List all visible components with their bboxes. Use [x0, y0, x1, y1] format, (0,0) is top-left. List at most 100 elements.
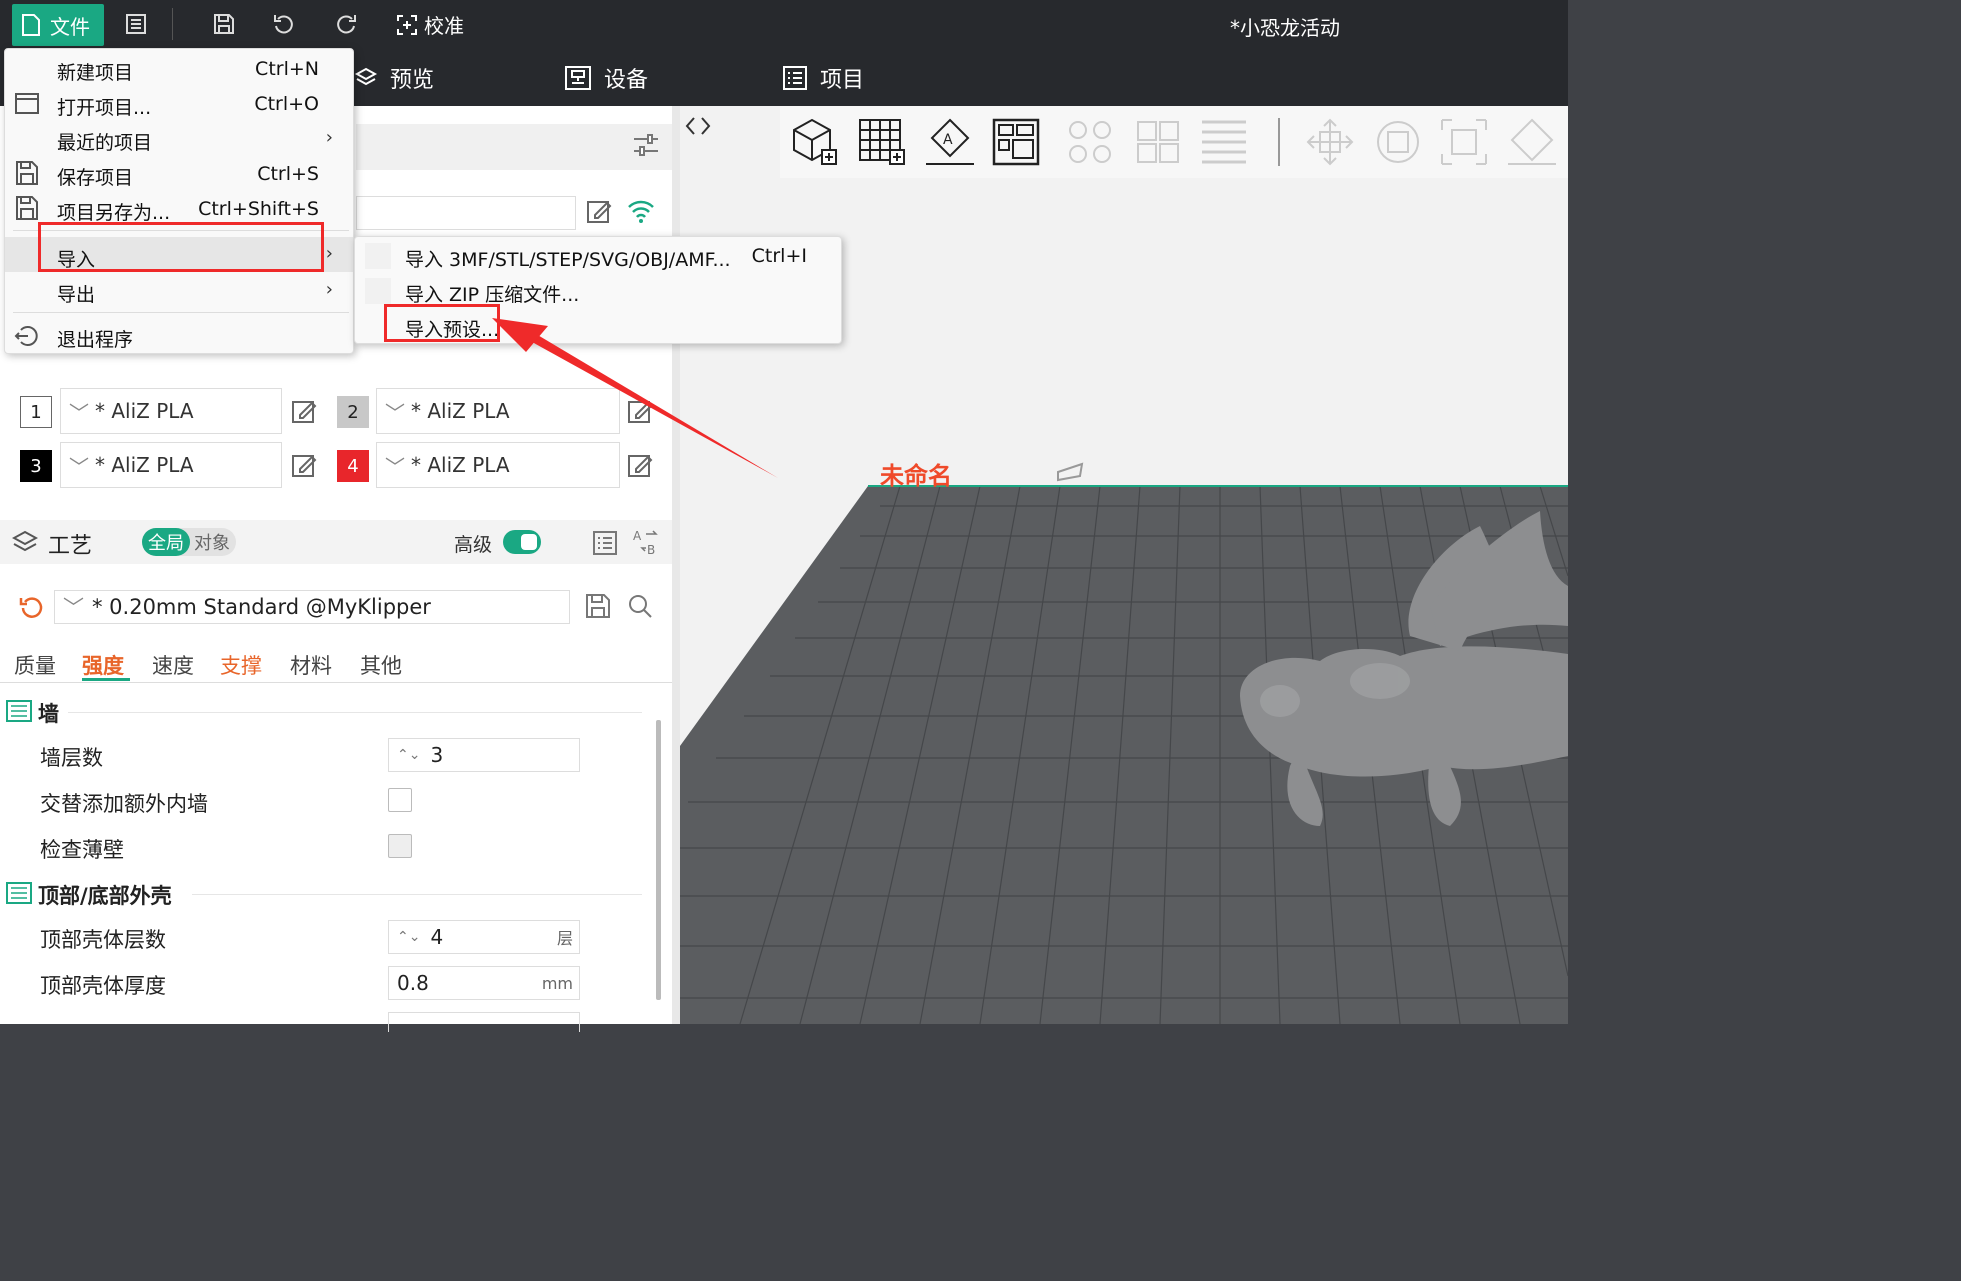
split-objects-icon[interactable] [1064, 116, 1116, 168]
advanced-toggle[interactable] [503, 530, 541, 554]
add-object-icon[interactable] [788, 116, 840, 168]
toolbar-separator [172, 8, 173, 40]
save-icon[interactable] [212, 12, 236, 36]
menu-item-recent-projects[interactable]: 最近的项目 › [5, 121, 353, 156]
menu-item-new-project[interactable]: 新建项目 Ctrl+N [5, 51, 353, 86]
svg-text:B: B [647, 543, 655, 557]
filament-name: * AliZ PLA [411, 399, 510, 423]
tab-material[interactable]: 材料 [290, 650, 332, 680]
detect-thin-wall-checkbox[interactable] [388, 834, 412, 858]
group-divider [68, 712, 642, 713]
tab-project[interactable]: 项目 [782, 62, 864, 94]
tab-device-label: 设备 [604, 68, 649, 93]
menu-item-label: 打开项目... [57, 97, 152, 119]
redo-icon[interactable] [334, 12, 358, 36]
filament-name: * AliZ PLA [95, 399, 194, 423]
top-shell-layers-label: 顶部壳体层数 [40, 928, 166, 952]
filament-edit-icon[interactable] [627, 398, 653, 424]
add-plate-icon[interactable] [856, 116, 908, 168]
undo-icon[interactable] [272, 12, 296, 36]
orient-icon[interactable]: A [924, 116, 976, 168]
menu-item-save-project[interactable]: 保存项目 Ctrl+S [5, 156, 353, 191]
arrange-icon[interactable] [990, 116, 1042, 168]
tab-quality[interactable]: 质量 [14, 650, 56, 680]
top-shell-layers-value: 4 [430, 925, 444, 949]
printer-select[interactable] [356, 196, 576, 230]
menu-item-label: 新建项目 [57, 62, 134, 84]
filament-slot-1[interactable]: 1 [20, 396, 52, 428]
process-title: 工艺 [48, 534, 93, 559]
filament-slot-2[interactable]: 2 [337, 396, 369, 428]
file-icon [22, 14, 40, 36]
tab-device[interactable]: 设备 [564, 62, 648, 94]
project-list-icon [783, 66, 807, 90]
settings-scrollbar[interactable] [656, 720, 661, 1000]
menu-item-label: 保存项目 [57, 167, 134, 189]
filament-edit-icon[interactable] [291, 452, 317, 478]
alt-extra-wall-label: 交替添加额外内墙 [40, 792, 208, 816]
list-view-icon[interactable] [592, 530, 618, 556]
menu-item-open-project[interactable]: 打开项目... Ctrl+O [5, 86, 353, 121]
menu-separator [13, 312, 349, 313]
filament-slot-4[interactable]: 4 [337, 450, 369, 482]
scale-icon[interactable] [1438, 116, 1490, 168]
menu-item-export[interactable]: 导出 › [5, 273, 353, 308]
menu-item-save-as[interactable]: 项目另存为... Ctrl+Shift+S [5, 191, 353, 226]
filament-select-1[interactable]: ﹀ * AliZ PLA [60, 388, 282, 434]
tab-preview[interactable]: 预览 [354, 62, 434, 94]
calibrate-button[interactable]: 校准 [396, 10, 464, 39]
filament-select-4[interactable]: ﹀ * AliZ PLA [376, 442, 620, 488]
menu-icon-placeholder [365, 278, 391, 304]
menu-list-icon[interactable] [124, 12, 148, 36]
process-preset-select[interactable]: ﹀ * 0.20mm Standard @MyKlipper [54, 590, 570, 624]
save-preset-icon[interactable] [584, 592, 612, 620]
lay-on-face-icon[interactable] [1506, 116, 1558, 168]
wall-group-icon [6, 700, 32, 722]
search-icon[interactable] [626, 592, 654, 620]
rotate-icon[interactable] [1372, 116, 1424, 168]
chevron-right-icon: › [325, 127, 333, 148]
title-bar: 文件 校准 *小恐龙活动 [0, 0, 1568, 48]
file-menu-button[interactable]: 文件 [12, 4, 104, 46]
top-shell-layers-input[interactable]: ⌃⌄ 4 层 [388, 920, 580, 954]
layers-list-icon[interactable] [1198, 116, 1250, 168]
top-shell-thickness-input[interactable]: 0.8 mm [388, 966, 580, 1000]
tab-others[interactable]: 其他 [360, 650, 402, 680]
wall-loops-label: 墙层数 [40, 746, 103, 770]
menu-item-label: 项目另存为... [57, 202, 171, 224]
filament-slot-3[interactable]: 3 [20, 450, 52, 482]
plate-name[interactable]: 未命名 [880, 462, 952, 490]
collapse-sidebar-icon[interactable] [684, 112, 712, 140]
svg-text:A: A [943, 132, 953, 148]
scope-toggle[interactable]: 全局 对象 [142, 528, 236, 556]
alt-extra-wall-checkbox[interactable] [388, 788, 412, 812]
layers-icon [12, 530, 38, 552]
svg-text:A: A [633, 529, 642, 543]
scope-object[interactable]: 对象 [190, 529, 230, 555]
menu-icon-placeholder [365, 243, 391, 269]
wifi-icon[interactable] [626, 196, 656, 226]
settings-sliders-icon[interactable] [632, 132, 660, 158]
scope-global[interactable]: 全局 [142, 528, 190, 556]
filament-select-2[interactable]: ﹀ * AliZ PLA [376, 388, 620, 434]
compare-icon[interactable]: AB [632, 528, 660, 558]
filament-select-3[interactable]: ﹀ * AliZ PLA [60, 442, 282, 488]
menu-item-import-models[interactable]: 导入 3MF/STL/STEP/SVG/OBJ/AMF... Ctrl+I [355, 239, 841, 274]
menu-item-shortcut: Ctrl+N [255, 58, 319, 80]
plate-edit-icon[interactable] [1057, 462, 1084, 482]
menu-item-shortcut: Ctrl+Shift+S [198, 198, 319, 220]
menu-item-exit[interactable]: 退出程序 [5, 318, 353, 353]
tab-speed[interactable]: 速度 [152, 650, 194, 680]
tab-project-label: 项目 [820, 68, 865, 93]
next-setting-input[interactable] [388, 1012, 580, 1032]
advanced-label: 高级 [454, 534, 493, 556]
move-icon[interactable] [1304, 116, 1356, 168]
filament-edit-icon[interactable] [627, 452, 653, 478]
reset-icon[interactable] [18, 594, 44, 620]
split-parts-icon[interactable] [1132, 116, 1184, 168]
tab-support[interactable]: 支撑 [220, 650, 262, 680]
tab-strength[interactable]: 强度 [82, 650, 124, 680]
edit-icon[interactable] [586, 198, 612, 224]
wall-loops-input[interactable]: ⌃⌄ 3 [388, 738, 580, 772]
filament-edit-icon[interactable] [291, 398, 317, 424]
